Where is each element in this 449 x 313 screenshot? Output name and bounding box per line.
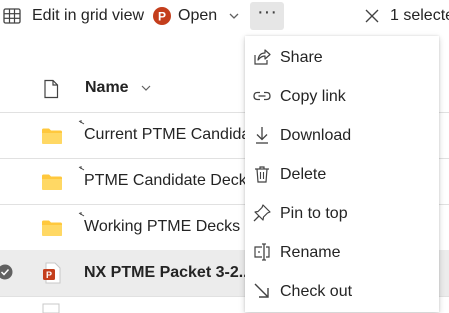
- close-icon: [365, 9, 379, 23]
- selected-check-icon[interactable]: [0, 264, 13, 280]
- more-actions-menu: Share Copy link Download Delete Pin to t…: [245, 36, 439, 312]
- chevron-down-icon[interactable]: [227, 9, 241, 23]
- open-label: Open: [178, 7, 218, 24]
- menu-item-delete[interactable]: Delete: [245, 155, 439, 194]
- more-actions-button[interactable]: ···: [250, 0, 284, 30]
- download-icon: [256, 127, 268, 144]
- clear-selection-button[interactable]: [364, 0, 380, 32]
- edit-grid-view-button[interactable]: Edit in grid view: [2, 0, 144, 32]
- trash-icon: [255, 166, 269, 183]
- item-name[interactable]: PTME Candidate Decks: [84, 172, 255, 190]
- chevron-down-icon: [141, 85, 151, 91]
- menu-item-download[interactable]: Download: [245, 116, 439, 155]
- item-name[interactable]: Current PTME Candidate: [84, 126, 264, 144]
- svg-text:P: P: [158, 10, 166, 24]
- item-name[interactable]: Working PTME Decks: [84, 218, 240, 236]
- menu-item-label: Delete: [280, 165, 327, 183]
- item-name[interactable]: NX PTME Packet 3-2...: [84, 264, 252, 282]
- menu-item-copy-link[interactable]: Copy link: [245, 77, 439, 116]
- selection-count: 1 selecte: [390, 7, 449, 24]
- powerpoint-icon: P: [153, 7, 171, 25]
- menu-item-label: Share: [280, 48, 323, 66]
- check-out-icon: [254, 283, 269, 298]
- menu-item-pin-to-top[interactable]: Pin to top: [245, 194, 439, 233]
- more-icon: ···: [257, 0, 277, 23]
- menu-item-label: Copy link: [280, 87, 346, 105]
- link-icon: [253, 91, 271, 101]
- menu-item-share[interactable]: Share: [245, 38, 439, 77]
- menu-item-label: Download: [280, 126, 352, 144]
- file-type-icon: [44, 79, 59, 99]
- menu-item-label: Rename: [280, 243, 341, 261]
- folder-icon: [42, 128, 62, 144]
- svg-text:P: P: [46, 270, 52, 280]
- rename-icon: [254, 243, 270, 261]
- menu-item-label: Pin to top: [280, 204, 348, 222]
- open-button[interactable]: P Open: [152, 0, 241, 32]
- pin-icon: [253, 204, 271, 222]
- folder-icon: [42, 220, 62, 236]
- menu-item-check-out[interactable]: Check out: [245, 272, 439, 311]
- name-header-label: Name: [85, 79, 129, 96]
- folder-icon: [42, 174, 62, 190]
- menu-item-label: Check out: [280, 282, 353, 300]
- edit-grid-view-label: Edit in grid view: [32, 7, 145, 24]
- grid-icon: [3, 8, 21, 24]
- share-icon: [254, 49, 271, 65]
- powerpoint-file-icon: P: [43, 262, 61, 284]
- name-column-header[interactable]: Name: [85, 79, 153, 97]
- command-bar: Edit in grid view P Open ··· 1 selecte: [0, 0, 449, 36]
- menu-item-rename[interactable]: Rename: [245, 233, 439, 272]
